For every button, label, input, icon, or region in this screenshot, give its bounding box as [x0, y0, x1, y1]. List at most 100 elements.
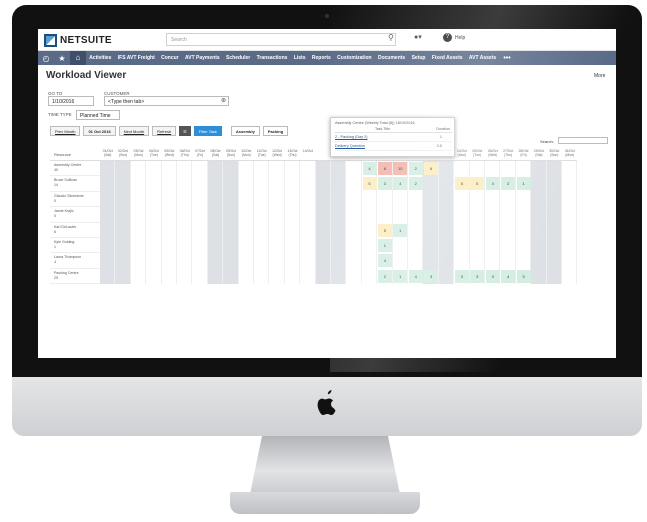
nav-setup[interactable]: Setup [408, 55, 428, 61]
workload-cell[interactable]: 3 [377, 177, 392, 191]
prev-month-button[interactable]: Prev Month [50, 126, 81, 136]
day-date: 14/Oct [302, 149, 313, 153]
day-header: 12/Oct (Wed) [269, 146, 285, 161]
day-column [177, 161, 193, 284]
goto-date-input[interactable]: 1/10/2016 [48, 96, 94, 106]
workload-cell[interactable]: 4 [485, 177, 500, 191]
customer-dropdown-icon[interactable]: ⊛ [221, 97, 226, 104]
workload-cell[interactable]: 1 [377, 239, 392, 252]
workload-grid: Resource Assembly Centre 40 Bruce Sullivan… [50, 146, 608, 300]
workload-cell[interactable]: 4 [408, 269, 423, 283]
nav-lists[interactable]: Lists [291, 55, 309, 61]
day-column [254, 161, 270, 284]
resource-row[interactable]: Jamie Krajic 0 [50, 207, 100, 223]
search-icon[interactable]: ⚲ [388, 33, 394, 42]
nav-activities[interactable]: Activities [86, 55, 115, 61]
more-link[interactable]: More [594, 73, 605, 79]
popup-task-row[interactable]: 2 - Packing (Day 2) 1 [335, 135, 452, 142]
day-column [300, 161, 316, 284]
workload-cell[interactable]: 3 [454, 269, 469, 283]
scene: NETSUITE Search ⚲ ●▾ ? Help ◴ ★ ⌂ Activi… [0, 0, 647, 522]
resource-row[interactable]: Laura Thompson 4 [50, 253, 100, 269]
day-weekday: (Fri) [196, 153, 204, 158]
day-column [285, 161, 301, 284]
day-column [346, 161, 362, 284]
user-menu-icon[interactable]: ●▾ [414, 33, 422, 41]
nav-reports[interactable]: Reports [309, 55, 334, 61]
resource-row[interactable]: Karl DeLauter 6 [50, 223, 100, 238]
resource-count: 1 [54, 244, 56, 249]
refresh-button[interactable]: Refresh [152, 126, 177, 136]
nav-customization[interactable]: Customization [334, 55, 375, 61]
workload-cell[interactable]: 3 [424, 269, 439, 283]
workload-cell[interactable]: 10 [393, 162, 408, 175]
resource-row[interactable]: Assembly Centre 40 [50, 161, 100, 177]
nav-fixed-assets[interactable]: Fixed Assets [429, 55, 466, 61]
day-column [531, 161, 547, 284]
workload-cell[interactable]: 4 [501, 269, 516, 283]
help-link[interactable]: Help [455, 35, 465, 41]
workload-cell[interactable]: 4 [377, 254, 392, 268]
home-icon[interactable]: ⌂ [70, 51, 86, 65]
day-header: 10/Oct (Mon) [238, 146, 254, 161]
workload-cell[interactable]: 2 [408, 177, 423, 191]
popup-task-duration: 1 [439, 135, 442, 139]
nav-transactions[interactable]: Transactions [253, 55, 290, 61]
resource-row[interactable]: Packing Centre 25 [50, 269, 100, 285]
workload-cell[interactable]: 5 [470, 177, 485, 191]
apple-logo-icon [317, 390, 336, 415]
current-month-button[interactable]: 01 Oct 2016 [83, 126, 116, 136]
customer-input[interactable]: <Type then tab> [104, 96, 229, 106]
workload-cell[interactable]: 5 [362, 177, 377, 191]
filter-task-button[interactable]: Filter Task [193, 126, 222, 136]
workload-cell[interactable]: 6 [424, 162, 439, 175]
resource-count: 6 [54, 229, 56, 234]
nav-scheduler[interactable]: Scheduler [223, 55, 254, 61]
workload-cell[interactable]: 8 [377, 162, 392, 175]
filter-icon[interactable]: ☰ [179, 126, 191, 136]
popup-col-duration: Duration [436, 127, 450, 131]
nav-more-icon[interactable]: ••• [503, 55, 510, 62]
workload-cell[interactable]: 2 [501, 177, 516, 191]
assembly-tab[interactable]: Assembly [230, 126, 260, 136]
popup-col-task: Task Title [375, 127, 390, 131]
workload-cell[interactable]: 5 [454, 177, 469, 191]
workload-cell[interactable]: 3 [485, 269, 500, 283]
netsuite-logo[interactable]: NETSUITE [44, 33, 112, 47]
day-column [192, 161, 208, 284]
workload-cell[interactable]: 4 [362, 162, 377, 175]
nav-documents[interactable]: Documents [375, 55, 409, 61]
day-header: 30/Oct (Sun) [546, 146, 562, 161]
timetype-select[interactable]: Planned Time [76, 110, 120, 120]
recent-icon[interactable]: ◴ [38, 54, 54, 63]
next-month-button[interactable]: Next Month [118, 126, 150, 136]
popup-task-title[interactable]: Delivery Question [335, 144, 365, 148]
workload-cell[interactable]: 2 [408, 162, 423, 175]
resource-row[interactable]: Glaucio Silvestone 0 [50, 192, 100, 208]
day-weekday: (Mon) [134, 153, 143, 158]
resource-column: Resource Assembly Centre 40 Bruce Sullivan… [50, 146, 100, 285]
workload-cell[interactable]: 3 [516, 269, 531, 283]
grid-search-input[interactable] [558, 137, 608, 144]
day-weekday: (Thu) [504, 153, 513, 158]
workload-cell[interactable]: 1 [516, 177, 531, 191]
nav-ifs-avt-freight[interactable]: IFS AVT Freight [115, 55, 158, 61]
popup-task-title[interactable]: 2 - Packing (Day 2) [335, 135, 368, 139]
packing-tab[interactable]: Packing [262, 126, 289, 136]
workload-cell[interactable]: 1 [393, 223, 408, 237]
workload-cell[interactable]: 5 [377, 223, 392, 237]
nav-concur[interactable]: Concur [158, 55, 182, 61]
nav-avt-assets[interactable]: AVT Assets [466, 55, 500, 61]
nav-avt-payments[interactable]: AVT Payments [182, 55, 223, 61]
day-weekday: (Sat) [104, 153, 112, 158]
star-icon[interactable]: ★ [54, 54, 70, 63]
workload-cell[interactable]: 1 [393, 269, 408, 283]
popup-task-row[interactable]: Delivery Question 0.5 [335, 144, 452, 151]
workload-cell[interactable]: 3 [470, 269, 485, 283]
help-icon[interactable]: ? [443, 33, 452, 42]
global-search-input[interactable]: Search [166, 33, 396, 46]
workload-cell[interactable]: 4 [393, 177, 408, 191]
resource-row[interactable]: Bruce Sullivan 14 [50, 176, 100, 192]
resource-row[interactable]: Kyle Golding 1 [50, 238, 100, 254]
workload-cell[interactable]: 2 [377, 269, 392, 283]
